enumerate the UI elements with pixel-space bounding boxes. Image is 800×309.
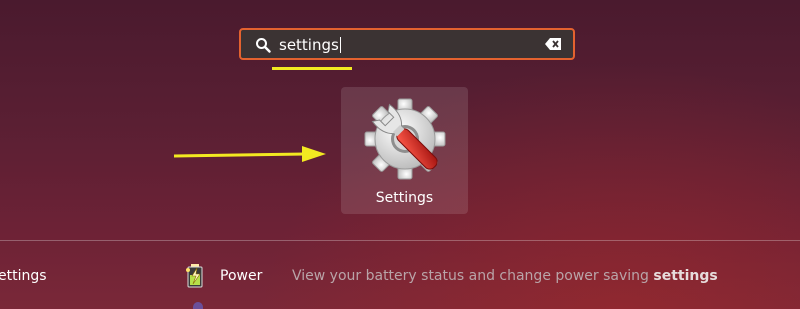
- power-result-name[interactable]: Power: [220, 268, 262, 284]
- power-battery-icon: [186, 264, 203, 288]
- highlight-arrow-icon: [173, 146, 326, 162]
- power-result-description: View your battery status and change powe…: [292, 268, 718, 284]
- search-icon: [256, 38, 271, 53]
- clear-icon[interactable]: [545, 38, 561, 50]
- settings-app-tile[interactable]: Settings: [341, 87, 468, 214]
- results-list: ettings Power View your battery status a…: [0, 252, 800, 302]
- text-caret: [339, 37, 341, 53]
- power-description-text: View your battery status and change powe…: [292, 268, 654, 284]
- highlight-underline: [272, 67, 352, 70]
- settings-gear-wrench-icon: [364, 98, 446, 180]
- settings-result-label[interactable]: ettings: [0, 268, 47, 284]
- settings-app-label: Settings: [375, 190, 434, 206]
- search-input[interactable]: settings: [279, 36, 341, 54]
- search-query: settings: [279, 36, 339, 54]
- search-box[interactable]: settings: [239, 28, 575, 60]
- next-result-icon: [193, 302, 203, 309]
- power-description-match: settings: [653, 268, 718, 284]
- results-divider: [0, 240, 800, 241]
